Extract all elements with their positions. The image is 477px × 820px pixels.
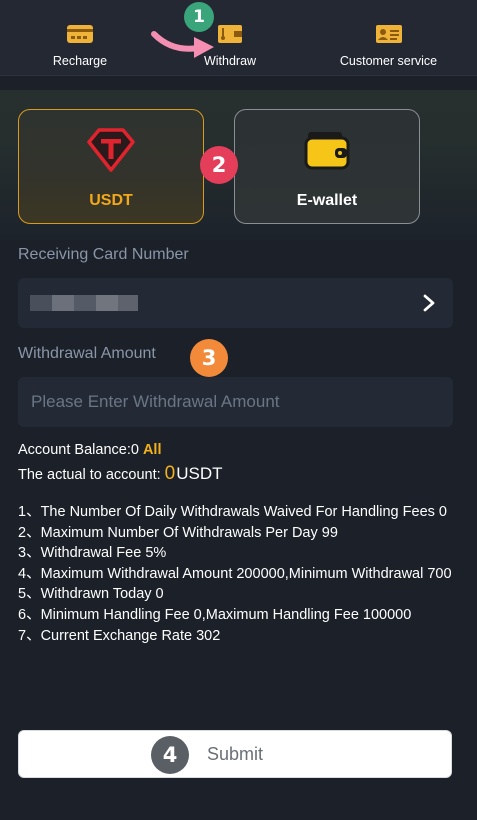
- withdraw-wallet-icon: [218, 25, 242, 43]
- submit-button-label: Submit: [206, 743, 264, 764]
- recharge-card-icon: [67, 25, 93, 43]
- nav-recharge[interactable]: Recharge: [0, 0, 160, 75]
- method-card-usdt[interactable]: USDT: [18, 109, 204, 224]
- all-button[interactable]: All: [143, 442, 162, 458]
- rule-item: 6、Minimum Handling Fee 0,Maximum Handlin…: [18, 606, 412, 623]
- tether-usdt-icon: [87, 128, 135, 172]
- top-nav: Recharge Withdraw Customer service: [0, 0, 477, 76]
- rule-item: 3、Withdrawal Fee 5%: [18, 545, 167, 562]
- nav-customer-service-label: Customer service: [339, 54, 438, 68]
- nav-customer-service[interactable]: Customer service: [300, 0, 477, 75]
- step-3-number: 3: [201, 346, 217, 370]
- actual-to-account-value: 0: [164, 463, 176, 484]
- card-number-selector[interactable]: [18, 278, 453, 328]
- wallet-icon: [304, 132, 350, 170]
- actual-to-account-unit: USDT: [176, 464, 223, 483]
- step-2-number: 2: [211, 153, 227, 177]
- account-balance-label: Account Balance:: [18, 442, 131, 458]
- actual-to-account: The actual to account: 0USDT: [18, 463, 223, 485]
- account-balance: Account Balance:0 All: [18, 442, 161, 458]
- rule-item: 7、Current Exchange Rate 302: [18, 627, 221, 644]
- rule-item: 4、Maximum Withdrawal Amount 200000,Minim…: [18, 565, 452, 582]
- rule-item: 5、Withdrawn Today 0: [18, 586, 164, 603]
- chevron-right-icon: [423, 294, 435, 312]
- step-4-badge: 4: [151, 736, 189, 774]
- actual-to-account-label: The actual to account:: [18, 467, 161, 483]
- masked-card-number: [30, 295, 138, 311]
- customer-service-id-card-icon: [375, 25, 402, 43]
- card-number-label: Receiving Card Number: [18, 246, 189, 263]
- account-balance-value: 0: [130, 442, 139, 458]
- withdrawal-rules: 1、The Number Of Daily Withdrawals Waived…: [18, 502, 458, 646]
- rule-item: 2、Maximum Number Of Withdrawals Per Day …: [18, 524, 338, 541]
- method-usdt-label: USDT: [89, 192, 133, 209]
- step-3-badge: 3: [190, 339, 228, 377]
- step-2-badge: 2: [200, 146, 238, 184]
- rule-item: 1、The Number Of Daily Withdrawals Waived…: [18, 504, 447, 520]
- method-ewallet-label: E-wallet: [296, 192, 358, 209]
- method-card-ewallet[interactable]: E-wallet: [234, 109, 420, 224]
- step-4-number: 4: [162, 743, 178, 767]
- pink-arrow-icon: [151, 31, 214, 58]
- submit-button[interactable]: Submit: [18, 730, 452, 778]
- amount-input[interactable]: [18, 377, 453, 427]
- amount-field: [18, 377, 453, 427]
- amount-label: Withdrawal Amount: [18, 345, 156, 362]
- nav-recharge-label: Recharge: [52, 54, 108, 68]
- step-1-number: 1: [193, 7, 205, 27]
